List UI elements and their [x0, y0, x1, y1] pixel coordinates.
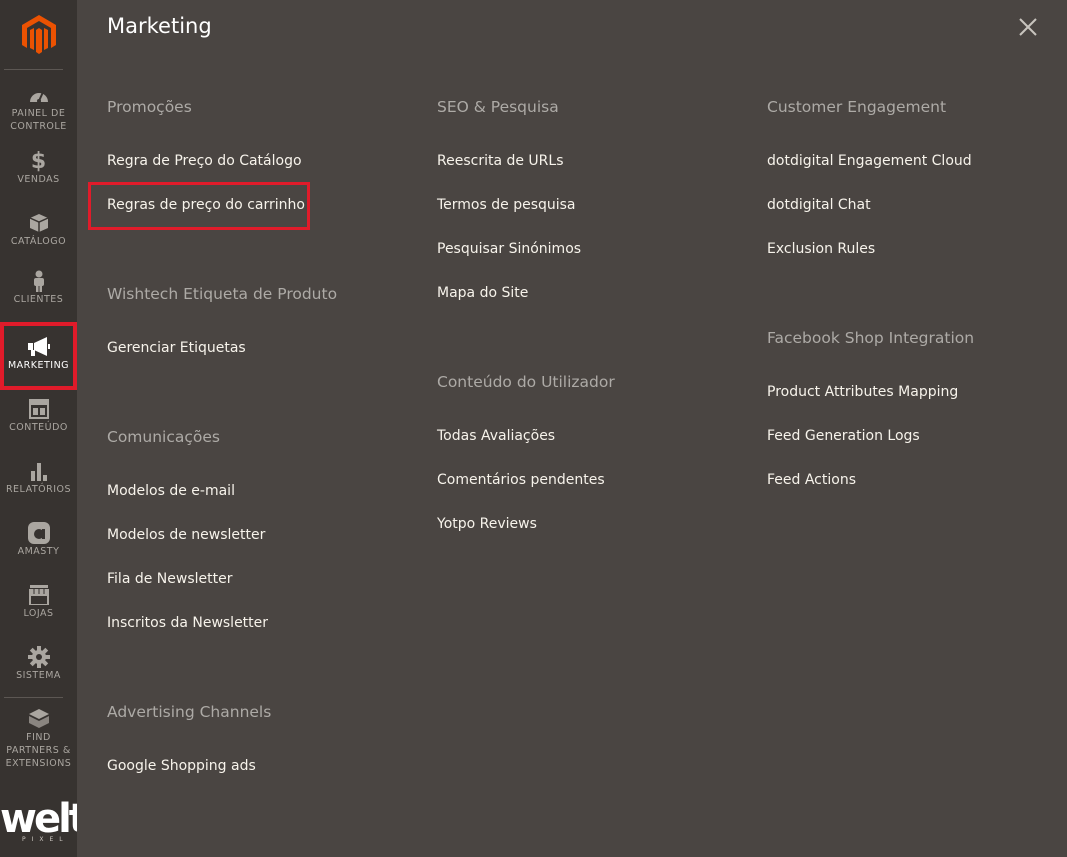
close-icon — [1019, 18, 1037, 36]
section-title-advertising: Advertising Channels — [107, 703, 272, 721]
sidebar-item-reports[interactable]: RELATÓRIOS — [0, 460, 77, 504]
layout-icon — [28, 398, 49, 420]
sidebar-item-label: PAINEL DE CONTROLE — [10, 108, 67, 132]
dollar-icon: $ — [30, 148, 47, 174]
link-feed-generation-logs[interactable]: Feed Generation Logs — [767, 428, 920, 444]
section-title-comunicacoes: Comunicações — [107, 428, 220, 446]
box-icon — [29, 212, 49, 234]
gear-icon — [27, 646, 50, 668]
megaphone-icon — [27, 336, 51, 358]
sidebar-item-label: RELATÓRIOS — [5, 484, 72, 495]
link-yotpo-reviews[interactable]: Yotpo Reviews — [437, 516, 537, 532]
link-newsletter-templates[interactable]: Modelos de newsletter — [107, 527, 265, 543]
dashboard-icon — [28, 84, 50, 106]
sidebar-item-customers[interactable]: CLIENTES — [0, 270, 77, 314]
sidebar-item-sales[interactable]: $ VENDAS — [0, 148, 77, 194]
section-title-user-content: Conteúdo do Utilizador — [437, 373, 615, 391]
sidebar-item-label: CATÁLOGO — [10, 236, 67, 247]
brand-wordmark: welt — [0, 796, 77, 842]
link-dotdigital-chat[interactable]: dotdigital Chat — [767, 197, 871, 213]
person-icon — [32, 270, 46, 292]
sidebar-item-dashboard[interactable]: PAINEL DE CONTROLE — [0, 84, 77, 136]
sidebar-item-content[interactable]: CONTEÚDO — [0, 398, 77, 442]
sidebar-item-label: CLIENTES — [13, 294, 64, 305]
section-title-seo: SEO & Pesquisa — [437, 98, 559, 116]
sidebar-item-label: VENDAS — [17, 174, 60, 185]
magento-logo-icon — [21, 15, 56, 54]
sidebar-item-marketing[interactable]: MARKETING — [0, 322, 77, 390]
sidebar-item-label: FIND PARTNERS & EXTENSIONS — [5, 732, 72, 769]
sidebar-divider — [4, 697, 63, 698]
magento-logo[interactable] — [0, 0, 77, 68]
link-site-map[interactable]: Mapa do Site — [437, 285, 528, 301]
sidebar-divider — [4, 69, 63, 70]
highlight-box — [88, 182, 310, 230]
section-title-facebook-shop: Facebook Shop Integration — [767, 329, 975, 347]
sidebar-item-label: CONTEÚDO — [9, 422, 68, 433]
link-newsletter-queue[interactable]: Fila de Newsletter — [107, 571, 232, 587]
link-search-terms[interactable]: Termos de pesquisa — [437, 197, 576, 213]
link-dotdigital-engagement-cloud[interactable]: dotdigital Engagement Cloud — [767, 153, 972, 169]
page-title: Marketing — [107, 14, 212, 38]
sidebar-item-catalog[interactable]: CATÁLOGO — [0, 212, 77, 256]
brand-subtitle: PIXEL — [22, 836, 69, 843]
sidebar-item-label: MARKETING — [7, 360, 70, 371]
link-exclusion-rules[interactable]: Exclusion Rules — [767, 241, 875, 257]
link-url-rewrites[interactable]: Reescrita de URLs — [437, 153, 564, 169]
close-button[interactable] — [1017, 16, 1039, 38]
link-pending-reviews[interactable]: Comentários pendentes — [437, 472, 605, 488]
link-search-synonyms[interactable]: Pesquisar Sinónimos — [437, 241, 581, 257]
link-manage-labels[interactable]: Gerenciar Etiquetas — [107, 340, 246, 356]
amasty-icon — [27, 522, 50, 544]
link-product-attributes-mapping[interactable]: Product Attributes Mapping — [767, 384, 958, 400]
link-all-reviews[interactable]: Todas Avaliações — [437, 428, 555, 444]
sidebar-item-stores[interactable]: LOJAS — [0, 584, 77, 628]
sidebar-item-find-partners[interactable]: FIND PARTNERS & EXTENSIONS — [0, 708, 77, 774]
link-catalog-price-rule[interactable]: Regra de Preço do Catálogo — [107, 153, 302, 169]
sidebar-item-amasty[interactable]: AMASTY — [0, 522, 77, 566]
section-title-promocoes: Promoções — [107, 98, 192, 116]
blocks-icon — [28, 708, 50, 730]
section-title-wishtech: Wishtech Etiqueta de Produto — [107, 285, 338, 303]
link-email-templates[interactable]: Modelos de e-mail — [107, 483, 235, 499]
weltpixel-logo: welt PIXEL — [0, 798, 77, 848]
sidebar-item-label: SISTEMA — [16, 670, 61, 681]
admin-sidebar: PAINEL DE CONTROLE $ VENDAS CATÁLOGO CLI… — [0, 0, 77, 857]
store-icon — [28, 584, 50, 606]
sidebar-item-label: AMASTY — [17, 546, 60, 557]
bar-chart-icon — [29, 460, 49, 482]
sidebar-item-label: LOJAS — [23, 608, 54, 619]
link-newsletter-subscribers[interactable]: Inscritos da Newsletter — [107, 615, 268, 631]
link-google-shopping-ads[interactable]: Google Shopping ads — [107, 758, 256, 774]
link-feed-actions[interactable]: Feed Actions — [767, 472, 856, 488]
sidebar-item-system[interactable]: SISTEMA — [0, 646, 77, 690]
section-title-customer-engagement: Customer Engagement — [767, 98, 947, 116]
